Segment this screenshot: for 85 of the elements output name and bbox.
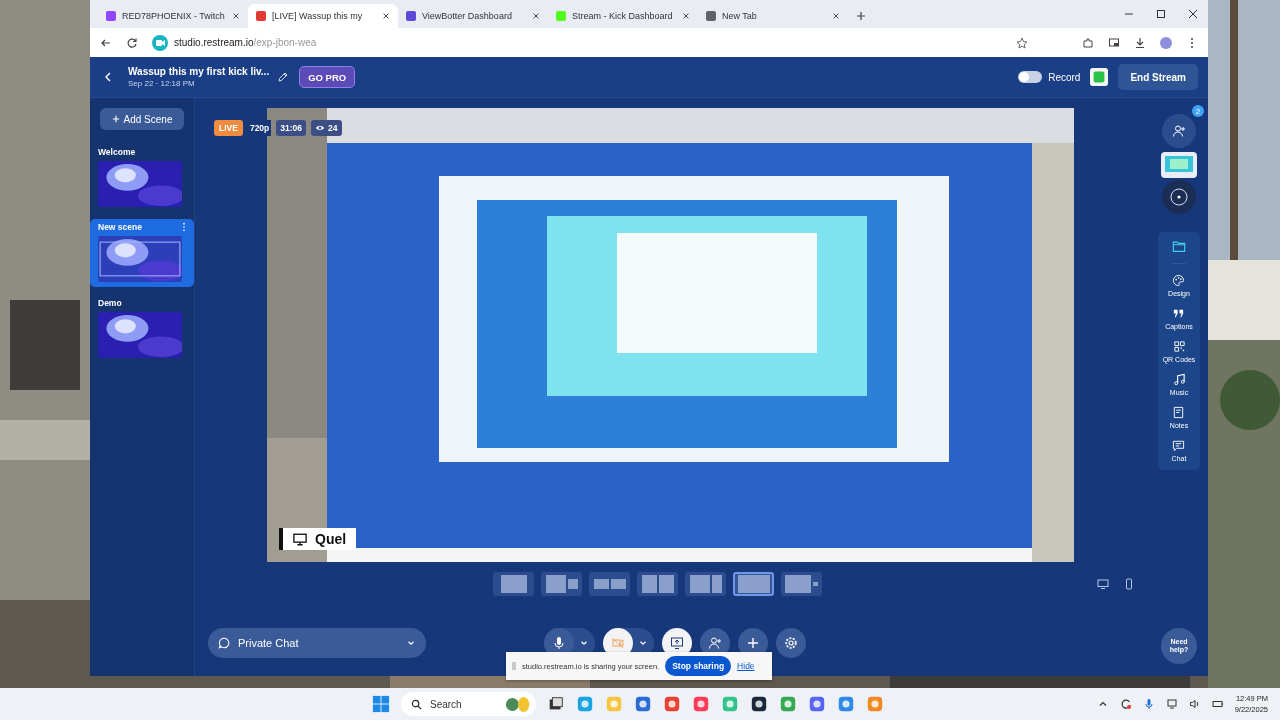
camera-off-icon — [611, 636, 625, 650]
layout-option[interactable] — [541, 572, 582, 596]
microphone-icon — [552, 636, 566, 650]
monitor-icon — [293, 532, 307, 546]
battery-icon[interactable] — [1211, 698, 1224, 710]
note-icon — [1172, 406, 1186, 419]
stream-title: Wassup this my first kick liv... — [128, 66, 270, 77]
settings-icon — [784, 636, 798, 650]
record-toggle[interactable] — [1018, 71, 1043, 83]
resolution-label: 720p — [247, 120, 272, 136]
go-pro-button[interactable]: GO PRO — [299, 66, 356, 88]
scene-name: Demo — [98, 298, 122, 308]
recording-indicator[interactable] — [1162, 180, 1196, 214]
layout-option[interactable] — [781, 572, 822, 596]
scene-card[interactable]: Welcome — [98, 144, 186, 211]
windows-start-icon[interactable] — [372, 695, 390, 713]
chat-bubble-icon — [218, 637, 230, 649]
close-icon[interactable] — [382, 12, 390, 20]
close-icon[interactable] — [532, 12, 540, 20]
browser-tab[interactable]: [LIVE] Wassup this my — [248, 4, 398, 28]
add-person-icon — [1172, 124, 1186, 138]
chat-icon — [1172, 439, 1186, 452]
chat-channel-dropdown[interactable]: Private Chat — [208, 628, 426, 658]
guest-count-badge: 2 — [1192, 105, 1204, 117]
settings-button[interactable] — [776, 628, 806, 658]
extensions-icon[interactable] — [1082, 36, 1094, 49]
eye-icon — [315, 124, 326, 132]
edit-pencil-icon[interactable] — [277, 71, 290, 83]
search-icon — [411, 698, 422, 710]
close-icon[interactable] — [832, 12, 840, 20]
desktop-view-icon[interactable] — [1097, 578, 1109, 590]
stream-date: Sep 22 · 12:18 PM — [128, 79, 196, 88]
new-tab-icon[interactable] — [856, 11, 866, 21]
taskbar-search-field[interactable]: Search — [401, 692, 536, 716]
plus-icon — [746, 636, 760, 650]
live-badge: LIVE — [214, 120, 243, 136]
profile-avatar[interactable] — [1160, 36, 1172, 49]
hide-link[interactable]: Hide — [737, 661, 755, 671]
viewer-number: 24 — [328, 123, 338, 133]
add-person-icon — [708, 636, 722, 650]
scene-name: New scene — [98, 222, 142, 232]
browser-tab[interactable]: Stream - Kick Dashboard — [548, 4, 698, 28]
add-scene-button[interactable]: Add Scene — [100, 108, 184, 130]
quote-icon — [1172, 307, 1186, 320]
close-icon[interactable] — [682, 12, 690, 20]
layout-option[interactable] — [685, 572, 726, 596]
more-icon[interactable] — [182, 222, 186, 232]
browser-tab[interactable]: RED78PHOENIX - Twitch — [98, 4, 248, 28]
palette-icon — [1172, 274, 1186, 287]
browser-tab[interactable]: ViewBotter Dashboard — [398, 4, 548, 28]
sync-icon[interactable] — [1119, 698, 1132, 710]
speaker-icon[interactable] — [1188, 698, 1201, 710]
drag-handle-icon[interactable] — [512, 661, 516, 671]
stop-sharing-button[interactable]: Stop sharing — [665, 656, 732, 676]
channel-avatar-icon — [1090, 68, 1109, 86]
download-icon[interactable] — [1134, 36, 1146, 49]
record-label: Record — [1048, 71, 1081, 83]
reload-icon[interactable] — [126, 36, 138, 49]
globe-icon — [504, 695, 532, 713]
layout-option[interactable] — [733, 572, 774, 596]
scene-name: Welcome — [98, 147, 136, 157]
microphone-icon[interactable] — [1142, 698, 1155, 710]
network-icon[interactable] — [1165, 698, 1178, 710]
maximize-icon[interactable] — [1156, 9, 1166, 19]
plus-icon — [111, 115, 120, 123]
cast-icon[interactable] — [1108, 36, 1120, 49]
participant-name: Quel — [315, 531, 347, 547]
screen-share-icon — [670, 636, 684, 650]
bookmark-star-icon[interactable] — [1016, 36, 1028, 49]
browser-tab[interactable]: New Tab — [698, 4, 848, 28]
scene-card[interactable]: Demo — [98, 295, 186, 362]
mobile-view-icon[interactable] — [1123, 578, 1135, 590]
qr-code-icon — [1172, 340, 1186, 353]
close-icon[interactable] — [1188, 9, 1198, 19]
add-guest-button[interactable] — [1162, 114, 1196, 148]
stream-timer: 31:06 — [276, 120, 307, 136]
music-note-icon — [1172, 373, 1186, 386]
layout-option[interactable] — [589, 572, 630, 596]
record-circle-icon — [1169, 187, 1189, 207]
end-stream-button[interactable]: End Stream — [1118, 64, 1198, 90]
close-icon[interactable] — [232, 12, 240, 20]
scene-card[interactable]: New scene — [90, 219, 194, 287]
layout-option[interactable] — [493, 572, 534, 596]
layout-option[interactable] — [637, 572, 678, 596]
site-icon — [152, 34, 168, 51]
